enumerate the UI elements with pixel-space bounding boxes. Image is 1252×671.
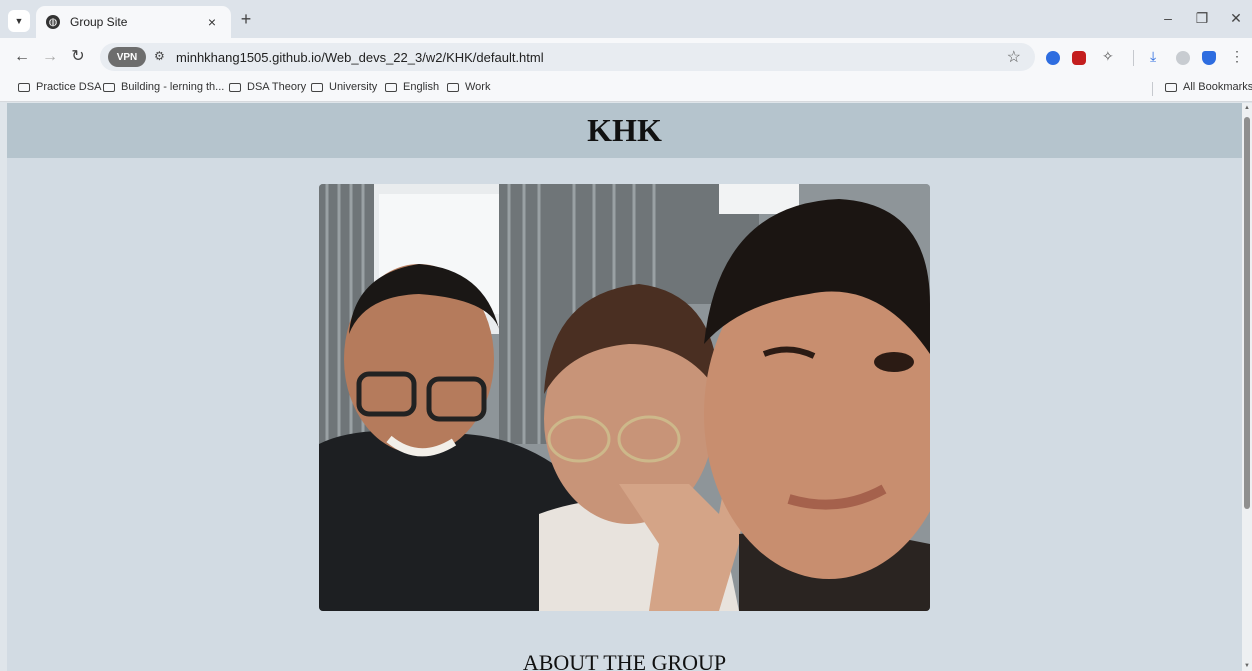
- scroll-down-icon[interactable]: ▼: [1244, 663, 1250, 669]
- download-icon[interactable]: ⤓: [1150, 48, 1156, 65]
- tab-title: Group Site: [70, 15, 128, 29]
- scroll-thumb[interactable]: [1244, 117, 1250, 509]
- page-viewport: KHK ABOUT THE GROUP: [7, 103, 1242, 671]
- toolbar-divider: [1133, 50, 1134, 66]
- bookmark-label: Practice DSA: [36, 81, 102, 93]
- group-photo: [319, 184, 930, 611]
- all-bookmarks-button[interactable]: All Bookmarks: [1165, 81, 1252, 93]
- bookmarks-divider: [1152, 82, 1153, 96]
- forward-arrow-icon[interactable]: →: [40, 47, 60, 67]
- page-scrollbar[interactable]: ▲ ▼: [1242, 103, 1252, 671]
- folder-icon: [103, 82, 115, 92]
- bookmark-building[interactable]: Building - lerning th...: [103, 81, 224, 93]
- bookmark-label: Building - lerning th...: [121, 81, 225, 93]
- bookmarks-bar: Practice DSA Building - lerning th... DS…: [0, 76, 1252, 102]
- folder-icon: [18, 82, 30, 92]
- about-section-title: ABOUT THE GROUP: [522, 650, 727, 671]
- bookmark-label: DSA Theory: [247, 81, 307, 93]
- red-extension-icon[interactable]: [1072, 51, 1086, 65]
- minimize-button[interactable]: –: [1158, 10, 1178, 26]
- close-window-button[interactable]: ✕: [1226, 10, 1246, 27]
- security-shield-icon[interactable]: [1202, 51, 1216, 65]
- bookmark-university[interactable]: University: [311, 81, 377, 93]
- folder-icon: [229, 82, 241, 92]
- tab-search-chevron-icon[interactable]: ▼: [8, 10, 30, 32]
- all-bookmarks-label: All Bookmarks: [1183, 81, 1252, 93]
- site-header: KHK: [7, 103, 1242, 158]
- new-tab-button[interactable]: +: [236, 9, 256, 29]
- tab-close-icon[interactable]: ×: [203, 14, 221, 30]
- vpn-badge[interactable]: VPN: [108, 47, 146, 67]
- reload-icon[interactable]: ↻: [68, 47, 88, 67]
- bookmark-label: Work: [465, 81, 491, 93]
- bookmark-work[interactable]: Work: [447, 81, 490, 93]
- bookmark-label: University: [329, 81, 378, 93]
- bookmark-star-icon[interactable]: ☆: [1007, 47, 1021, 67]
- profile-avatar-icon[interactable]: [1176, 51, 1190, 65]
- site-title: KHK: [587, 112, 662, 148]
- back-arrow-icon[interactable]: ←: [12, 47, 32, 67]
- globe-icon: ◍: [46, 15, 60, 29]
- more-menu-icon[interactable]: ⋮: [1230, 48, 1244, 65]
- folder-icon: [447, 82, 459, 92]
- bookmark-dsa-theory[interactable]: DSA Theory: [229, 81, 306, 93]
- folder-icon: [1165, 82, 1177, 92]
- folder-icon: [385, 82, 397, 92]
- address-bar[interactable]: VPN ⚙ minhkhang1505.github.io/Web_devs_2…: [100, 43, 1035, 71]
- bookmark-practice-dsa[interactable]: Practice DSA: [18, 81, 101, 93]
- tab-strip: ▼ ◍ Group Site × + – ❐ ✕: [0, 0, 1252, 38]
- puzzle-extensions-icon[interactable]: ✧: [1102, 48, 1114, 65]
- folder-icon: [311, 82, 323, 92]
- scroll-up-icon[interactable]: ▲: [1244, 105, 1250, 111]
- url-text[interactable]: minhkhang1505.github.io/Web_devs_22_3/w2…: [176, 50, 544, 65]
- bookmark-label: English: [403, 81, 440, 93]
- bookmark-english[interactable]: English: [385, 81, 439, 93]
- site-info-icon[interactable]: ⚙: [154, 49, 165, 63]
- shield-extension-icon[interactable]: [1046, 51, 1060, 65]
- restore-button[interactable]: ❐: [1192, 10, 1212, 27]
- browser-toolbar: ← → ↻ VPN ⚙ minhkhang1505.github.io/Web_…: [0, 38, 1252, 76]
- tab-group-site[interactable]: ◍ Group Site ×: [36, 6, 231, 38]
